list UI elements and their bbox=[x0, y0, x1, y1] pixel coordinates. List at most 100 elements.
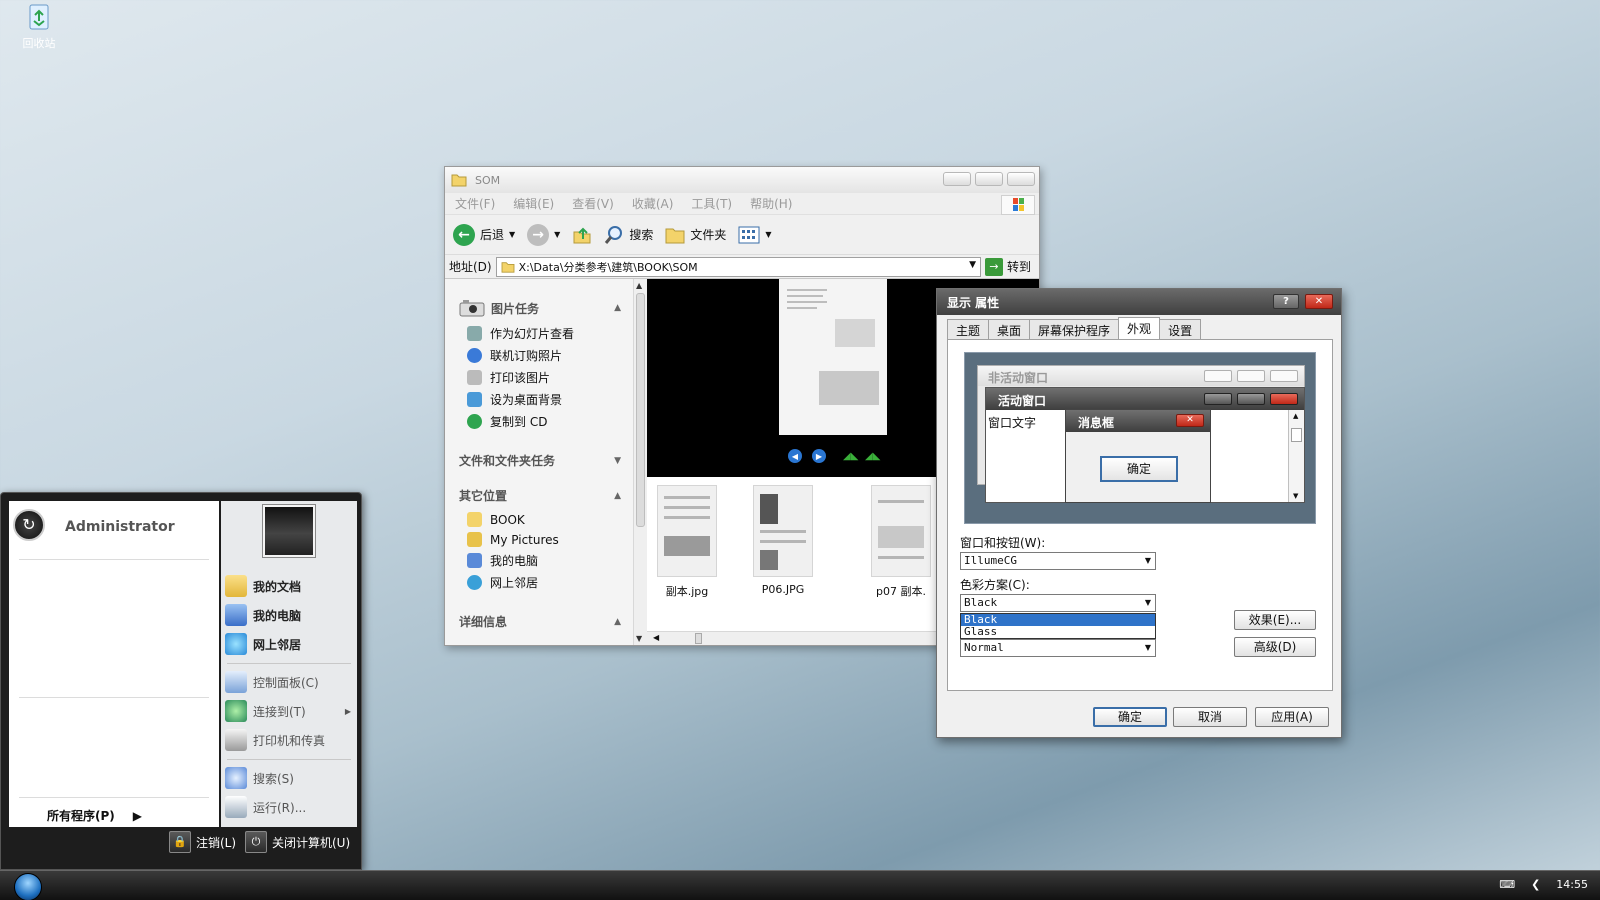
task-link-slideshow[interactable]: 作为幻灯片查看 bbox=[467, 325, 621, 342]
tab-settings[interactable]: 设置 bbox=[1159, 319, 1202, 339]
task-pane-scrollbar[interactable]: ▲ ▼ bbox=[633, 279, 647, 645]
task-link-set-wallpaper[interactable]: 设为桌面背景 bbox=[467, 391, 621, 408]
chevron-down-icon[interactable]: ▼ bbox=[1145, 595, 1151, 611]
forward-button[interactable]: → ▼ bbox=[527, 223, 566, 246]
preview-image[interactable] bbox=[779, 279, 887, 435]
previous-image-button[interactable]: ◀ bbox=[788, 449, 802, 463]
font-size-select[interactable]: Normal ▼ bbox=[960, 639, 1156, 657]
collapse-icon[interactable]: ▲ bbox=[614, 303, 621, 313]
task-link-print[interactable]: 打印该图片 bbox=[467, 369, 621, 386]
group-picture-tasks[interactable]: 图片任务 ▲ bbox=[459, 299, 621, 317]
views-grid-icon bbox=[738, 226, 760, 243]
sm-item-my-documents[interactable]: 我的文档 bbox=[225, 575, 301, 597]
rotate-right-icon[interactable]: ◢◣ bbox=[865, 451, 880, 462]
clock[interactable]: 14:55 bbox=[1556, 878, 1588, 891]
scroll-left-icon[interactable]: ◀ bbox=[653, 633, 659, 642]
sm-item-search[interactable]: 搜索(S) bbox=[225, 767, 294, 789]
explorer-title-bar[interactable]: SOM bbox=[445, 167, 1039, 193]
menu-bar: 文件(F) 编辑(E) 查看(V) 收藏(A) 工具(T) 帮助(H) bbox=[445, 193, 1039, 215]
effects-button[interactable]: 效果(E)... bbox=[1234, 610, 1316, 630]
collapse-icon[interactable]: ▲ bbox=[614, 617, 621, 627]
place-link-my-pictures[interactable]: My Pictures bbox=[467, 532, 621, 547]
select-value: Normal bbox=[964, 641, 1004, 654]
go-button[interactable]: → 转到 bbox=[984, 257, 1039, 276]
folders-button[interactable]: 文件夹 bbox=[665, 226, 732, 244]
close-button[interactable] bbox=[1007, 172, 1035, 186]
group-file-tasks[interactable]: 文件和文件夹任务 ▼ bbox=[459, 452, 621, 469]
chevron-down-icon[interactable]: ▼ bbox=[509, 230, 515, 239]
sm-item-network[interactable]: 网上邻居 bbox=[225, 633, 301, 655]
tab-appearance[interactable]: 外观 bbox=[1118, 317, 1161, 339]
back-button[interactable]: ← 后退 ▼ bbox=[453, 223, 521, 246]
chevron-down-icon[interactable]: ▼ bbox=[969, 260, 976, 270]
menu-view[interactable]: 查看(V) bbox=[572, 195, 614, 212]
group-other-places[interactable]: 其它位置 ▲ bbox=[459, 487, 621, 504]
keyboard-icon[interactable]: ⌨ bbox=[1499, 878, 1515, 891]
avatar[interactable] bbox=[263, 505, 315, 557]
chevron-down-icon[interactable]: ▼ bbox=[1145, 640, 1151, 656]
place-link-book[interactable]: BOOK bbox=[467, 512, 621, 527]
apply-button[interactable]: 应用(A) bbox=[1255, 707, 1329, 727]
display-properties-dialog[interactable]: 显示 属性 ? ✕ 主题 桌面 屏幕保护程序 外观 设置 非活动窗口 活动窗口 … bbox=[936, 288, 1342, 738]
sm-item-connect-to[interactable]: 连接到(T) ▶ bbox=[225, 700, 351, 722]
option-glass[interactable]: Glass bbox=[961, 626, 1155, 638]
scroll-thumb[interactable] bbox=[636, 293, 645, 527]
thumbnail-item[interactable]: 副本.jpg bbox=[647, 485, 733, 599]
task-link-order-prints[interactable]: 联机订购照片 bbox=[467, 347, 621, 364]
scroll-up-icon[interactable]: ▲ bbox=[636, 281, 642, 290]
place-link-network[interactable]: 网上邻居 bbox=[467, 574, 621, 591]
back-label: 后退 bbox=[480, 228, 505, 242]
tab-themes[interactable]: 主题 bbox=[947, 319, 990, 339]
thumbnail-item[interactable]: p07 副本. bbox=[855, 485, 947, 599]
advanced-button[interactable]: 高级(D) bbox=[1234, 637, 1316, 657]
scroll-thumb[interactable] bbox=[695, 633, 702, 644]
desktop-icon-recycle-bin[interactable]: 回收站 bbox=[14, 2, 64, 51]
minimize-button[interactable] bbox=[943, 172, 971, 186]
desktop-icon bbox=[467, 392, 482, 407]
tab-screensaver[interactable]: 屏幕保护程序 bbox=[1029, 319, 1120, 339]
task-link-copy-cd[interactable]: 复制到 CD bbox=[467, 413, 621, 430]
ok-button[interactable]: 确定 bbox=[1093, 707, 1167, 727]
sm-item-printers[interactable]: 打印机和传真 bbox=[225, 729, 325, 751]
up-folder-button[interactable] bbox=[572, 225, 598, 245]
address-input[interactable]: X:\Data\分类参考\建筑\BOOK\SOM ▼ bbox=[495, 256, 981, 277]
sm-item-control-panel[interactable]: 控制面板(C) bbox=[225, 671, 319, 693]
search-label: 搜索 bbox=[629, 228, 654, 242]
menu-tools[interactable]: 工具(T) bbox=[691, 195, 732, 212]
task-link-label: 联机订购照片 bbox=[490, 349, 563, 363]
views-button[interactable]: ▼ bbox=[738, 226, 777, 244]
color-scheme-select[interactable]: Black ▼ bbox=[960, 594, 1156, 612]
scroll-down-icon[interactable]: ▼ bbox=[636, 634, 642, 643]
menu-help[interactable]: 帮助(H) bbox=[750, 195, 792, 212]
cancel-button[interactable]: 取消 bbox=[1173, 707, 1247, 727]
place-link-my-computer[interactable]: 我的电脑 bbox=[467, 552, 621, 569]
search-button[interactable]: 搜索 bbox=[604, 225, 659, 245]
thumbnail-item[interactable]: P06.JPG bbox=[737, 485, 829, 596]
chevron-down-icon[interactable]: ▼ bbox=[554, 230, 560, 239]
start-button[interactable] bbox=[14, 873, 42, 900]
expand-icon[interactable]: ▼ bbox=[614, 456, 621, 466]
chevron-left-icon[interactable]: ❮ bbox=[1531, 878, 1540, 891]
all-programs-label: 所有程序(P) bbox=[47, 809, 115, 823]
rotate-left-icon[interactable]: ◢◣ bbox=[843, 451, 858, 462]
menu-edit[interactable]: 编辑(E) bbox=[513, 195, 554, 212]
shutdown-button[interactable]: ⏻ 关闭计算机(U) bbox=[245, 831, 350, 853]
menu-file[interactable]: 文件(F) bbox=[455, 195, 495, 212]
sm-item-run[interactable]: 运行(R)... bbox=[225, 796, 306, 818]
place-link-label: My Pictures bbox=[490, 532, 559, 547]
next-image-button[interactable]: ▶ bbox=[812, 449, 826, 463]
logoff-button[interactable]: 🔒 注销(L) bbox=[169, 831, 236, 853]
menu-favorites[interactable]: 收藏(A) bbox=[632, 195, 674, 212]
tab-desktop[interactable]: 桌面 bbox=[988, 319, 1031, 339]
windows-buttons-select[interactable]: IllumeCG ▼ bbox=[960, 552, 1156, 570]
group-details[interactable]: 详细信息 ▲ bbox=[459, 613, 621, 630]
dialog-title-bar[interactable]: 显示 属性 ? ✕ bbox=[937, 289, 1341, 315]
lock-icon: 🔒 bbox=[169, 831, 191, 853]
chevron-down-icon[interactable]: ▼ bbox=[1145, 553, 1151, 569]
maximize-button[interactable] bbox=[975, 172, 1003, 186]
sm-item-my-computer[interactable]: 我的电脑 bbox=[225, 604, 301, 626]
help-button[interactable]: ? bbox=[1273, 294, 1299, 309]
collapse-icon[interactable]: ▲ bbox=[614, 491, 621, 501]
close-button[interactable]: ✕ bbox=[1305, 294, 1333, 309]
all-programs-button[interactable]: 所有程序(P) ▶ bbox=[47, 807, 142, 824]
